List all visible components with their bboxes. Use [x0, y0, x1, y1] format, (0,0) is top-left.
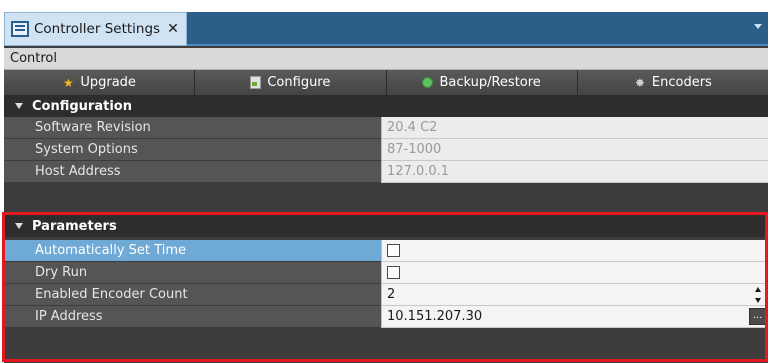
- configuration-title: Configuration: [32, 98, 132, 114]
- auto-set-time-label: Automatically Set Time: [4, 240, 381, 262]
- system-options-value: 87-1000: [381, 139, 768, 161]
- ip-address-row[interactable]: IP Address 10.151.207.30 ...: [4, 306, 768, 328]
- tab-controller-settings[interactable]: Controller Settings ✕: [4, 12, 187, 46]
- parameters-section-header[interactable]: Parameters: [4, 215, 768, 237]
- chevron-down-icon[interactable]: [754, 24, 762, 29]
- parameters-title: Parameters: [32, 218, 117, 234]
- gear-icon: ✸: [634, 75, 645, 90]
- ip-address-value: 10.151.207.30: [387, 309, 483, 324]
- auto-set-time-row[interactable]: Automatically Set Time: [4, 240, 768, 262]
- ip-address-field[interactable]: 10.151.207.30 ...: [381, 306, 768, 328]
- dry-run-row[interactable]: Dry Run: [4, 262, 768, 284]
- encoder-count-field[interactable]: 2: [381, 284, 768, 306]
- star-icon: ★: [62, 75, 74, 90]
- tab-bar: Controller Settings ✕: [4, 12, 768, 46]
- host-address-row: Host Address 127.0.0.1: [4, 161, 768, 183]
- stepper-up-icon[interactable]: [755, 287, 761, 292]
- encoder-count-label: Enabled Encoder Count: [4, 284, 381, 306]
- encoder-count-stepper[interactable]: [753, 287, 763, 303]
- system-options-label: System Options: [4, 139, 381, 161]
- upgrade-label: Upgrade: [80, 75, 136, 90]
- dry-run-value: [381, 262, 768, 284]
- encoders-label: Encoders: [651, 75, 712, 90]
- document-icon: [250, 76, 262, 89]
- stepper-down-icon[interactable]: [755, 298, 761, 303]
- backup-restore-button[interactable]: Backup/Restore: [386, 70, 578, 95]
- software-revision-label: Software Revision: [4, 117, 381, 139]
- toolbar: ★ Upgrade Configure Backup/Restore ✸ Enc…: [4, 70, 768, 95]
- dry-run-checkbox[interactable]: [387, 266, 400, 279]
- encoder-count-row[interactable]: Enabled Encoder Count 2: [4, 284, 768, 306]
- disc-icon: [422, 77, 434, 88]
- encoders-button[interactable]: ✸ Encoders: [577, 70, 768, 95]
- encoder-count-value: 2: [387, 287, 396, 302]
- controller-settings-window: Controller Settings ✕ Control ★ Upgrade …: [4, 12, 768, 363]
- host-address-label: Host Address: [4, 161, 381, 183]
- software-revision-value: 20.4 C2: [381, 117, 768, 139]
- configure-label: Configure: [267, 75, 331, 90]
- configuration-section-header[interactable]: Configuration: [4, 95, 768, 117]
- ip-address-label: IP Address: [4, 306, 381, 328]
- configure-button[interactable]: Configure: [195, 70, 387, 95]
- close-icon[interactable]: ✕: [167, 21, 179, 37]
- collapse-triangle-icon[interactable]: [15, 223, 23, 229]
- tab-label: Controller Settings: [34, 21, 161, 37]
- settings-window-icon: [11, 21, 29, 37]
- upgrade-button[interactable]: ★ Upgrade: [4, 70, 196, 95]
- host-address-value: 127.0.0.1: [381, 161, 768, 183]
- dry-run-label: Dry Run: [4, 262, 381, 284]
- system-options-row: System Options 87-1000: [4, 139, 768, 161]
- auto-set-time-value: [381, 240, 768, 262]
- auto-set-time-checkbox[interactable]: [387, 244, 400, 257]
- software-revision-row: Software Revision 20.4 C2: [4, 117, 768, 139]
- ellipsis-button[interactable]: ...: [749, 308, 766, 325]
- control-header: Control: [4, 48, 768, 70]
- backup-restore-label: Backup/Restore: [439, 75, 541, 90]
- collapse-triangle-icon[interactable]: [15, 103, 23, 109]
